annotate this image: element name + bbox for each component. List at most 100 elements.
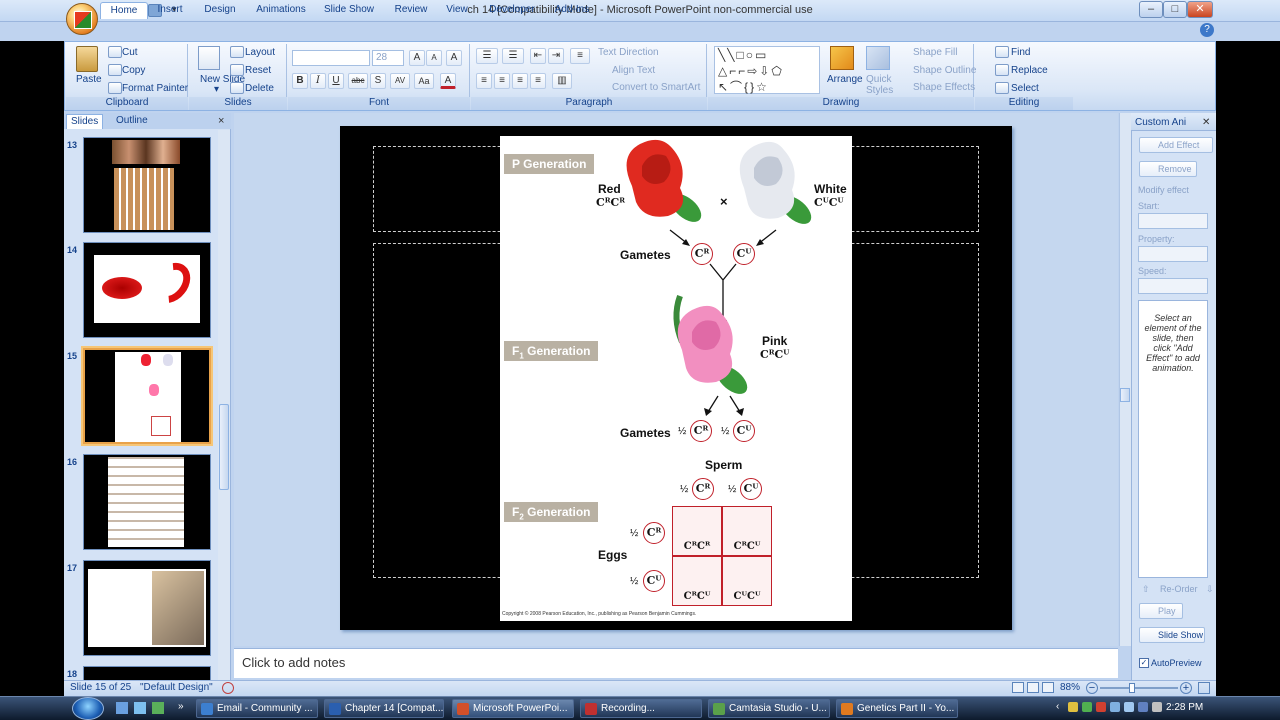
quick-launch-more-icon[interactable]: » <box>178 701 184 712</box>
show-desktop-icon[interactable] <box>116 702 128 714</box>
zoom-slider-thumb[interactable] <box>1129 683 1135 693</box>
numbering-button[interactable]: ☰ <box>502 48 524 64</box>
columns-button[interactable]: ▥ <box>552 73 572 89</box>
quick-styles-icon[interactable] <box>866 46 890 70</box>
grow-font-button[interactable]: A <box>409 50 425 66</box>
tab-slide-show[interactable]: Slide Show <box>320 2 378 19</box>
taskbar-item-powerpoint[interactable]: Microsoft PowerPoi... <box>452 699 574 718</box>
reorder-down-icon[interactable]: ⇩ <box>1206 584 1214 595</box>
delete-button[interactable]: Delete <box>245 83 274 94</box>
justify-button[interactable]: ≡ <box>530 73 546 89</box>
clear-formatting-button[interactable]: A <box>446 50 462 66</box>
font-color-button[interactable]: A <box>440 73 456 89</box>
tray-icon-2[interactable] <box>1082 702 1092 712</box>
decrease-indent-button[interactable]: ⇤ <box>530 48 546 64</box>
zoom-out-icon[interactable]: − <box>1086 682 1098 694</box>
speed-select[interactable] <box>1138 278 1208 294</box>
taskbar-item-camtasia[interactable]: Camtasia Studio - U... <box>708 699 830 718</box>
reorder-up-icon[interactable]: ⇧ <box>1142 584 1150 595</box>
copy-button[interactable]: Copy <box>122 65 145 76</box>
tray-icon-3[interactable] <box>1096 702 1106 712</box>
align-center-button[interactable]: ≡ <box>494 73 510 89</box>
shape-outline-button[interactable]: Shape Outline <box>913 65 976 76</box>
slide-thumbnail-15[interactable] <box>83 348 211 444</box>
font-size-combo[interactable]: 28 <box>372 50 404 66</box>
underline-button[interactable]: U <box>328 73 344 89</box>
new-slide-icon[interactable] <box>198 46 220 70</box>
select-button[interactable]: Select <box>1011 83 1039 94</box>
fit-window-icon[interactable] <box>1198 682 1210 694</box>
office-button[interactable] <box>66 3 98 35</box>
taskbar-item-recording[interactable]: Recording... <box>580 699 702 718</box>
tab-home[interactable]: Home <box>100 2 148 19</box>
minimize-button[interactable]: – <box>1139 1 1163 18</box>
tab-design[interactable]: Design <box>198 2 242 19</box>
layout-button[interactable]: Layout <box>245 47 275 58</box>
slides-scrollbar-thumb[interactable] <box>219 404 229 490</box>
new-slide-dropdown-icon[interactable]: ▾ <box>214 84 219 95</box>
add-effect-button[interactable]: Add Effect <box>1139 137 1213 153</box>
tab-insert[interactable]: Insert <box>150 2 190 19</box>
zoom-slider[interactable] <box>1100 687 1178 689</box>
cut-button[interactable]: Cut <box>122 47 138 58</box>
taskbar-item-email[interactable]: Email - Community ... <box>196 699 318 718</box>
change-case-button[interactable]: Aa <box>414 73 434 89</box>
slide-thumbnail-17[interactable] <box>83 560 211 656</box>
arrange-button[interactable]: Arrange <box>827 74 863 85</box>
property-select[interactable] <box>1138 246 1208 262</box>
taskbar-item-genetics[interactable]: Genetics Part II - Yo... <box>836 699 958 718</box>
maximize-button[interactable]: □ <box>1163 1 1187 18</box>
shape-effects-button[interactable]: Shape Effects <box>913 82 975 93</box>
slide-thumbnail-16[interactable] <box>83 454 211 550</box>
slideshow-view-icon[interactable] <box>1042 682 1054 693</box>
autopreview-checkbox[interactable]: ✓ <box>1139 658 1149 668</box>
tab-view[interactable]: View <box>442 2 472 19</box>
char-spacing-button[interactable]: AV <box>390 73 410 89</box>
paste-button[interactable]: Paste <box>76 74 102 85</box>
slide-thumbnail-18[interactable] <box>83 666 211 680</box>
tray-icon-1[interactable] <box>1068 702 1078 712</box>
slide-thumbnail-14[interactable] <box>83 242 211 338</box>
shape-fill-button[interactable]: Shape Fill <box>913 47 957 58</box>
tray-expand-icon[interactable]: ‹ <box>1056 701 1059 712</box>
play-button[interactable]: Play <box>1139 603 1183 619</box>
network-icon[interactable] <box>1110 702 1120 712</box>
bold-button[interactable]: B <box>292 73 308 89</box>
tray-icon-7[interactable] <box>1152 702 1162 712</box>
increase-indent-button[interactable]: ⇥ <box>548 48 564 64</box>
format-painter-button[interactable]: Format Painter <box>122 83 188 94</box>
quick-launch-media-icon[interactable] <box>152 702 164 714</box>
text-direction-button[interactable]: Text Direction <box>598 47 659 58</box>
find-button[interactable]: Find <box>1011 47 1030 58</box>
notes-pane[interactable]: Click to add notes <box>234 648 1118 678</box>
genetics-figure[interactable]: P Generation F1 Generation F2 Generation… <box>500 136 852 621</box>
tab-outline[interactable]: Outline <box>112 114 152 129</box>
canvas-scrollbar-thumb[interactable] <box>1120 388 1130 402</box>
slide-thumbnail-13[interactable] <box>83 137 211 233</box>
sorter-view-icon[interactable] <box>1027 682 1039 693</box>
italic-button[interactable]: I <box>310 73 326 89</box>
start-button[interactable] <box>72 697 104 720</box>
spelling-icon[interactable] <box>222 682 234 694</box>
strikethrough-button[interactable]: abc <box>348 73 368 89</box>
close-task-pane-icon[interactable]: ✕ <box>1202 117 1210 128</box>
convert-smartart-button[interactable]: Convert to SmartArt <box>612 82 700 93</box>
help-icon[interactable]: ? <box>1200 23 1214 37</box>
tray-icon-6[interactable] <box>1138 702 1148 712</box>
reset-button[interactable]: Reset <box>245 65 271 76</box>
tab-slides[interactable]: Slides <box>66 114 104 129</box>
bullets-button[interactable]: ☰ <box>476 48 498 64</box>
shadow-button[interactable]: S <box>370 73 386 89</box>
tab-developer[interactable]: Developer <box>486 2 538 19</box>
font-name-combo[interactable] <box>292 50 370 66</box>
shapes-gallery[interactable]: ╲╲□○▭ △⌐⌐⇨⇩⬠ ↖⌒{}☆ <box>714 46 820 94</box>
replace-button[interactable]: Replace <box>1011 65 1048 76</box>
volume-icon[interactable] <box>1124 702 1134 712</box>
close-button[interactable]: ✕ <box>1187 1 1213 18</box>
taskbar-item-chapter14[interactable]: Chapter 14 [Compat... <box>324 699 444 718</box>
quick-styles-button[interactable]: Quick Styles <box>866 74 893 96</box>
line-spacing-button[interactable]: ≡ <box>570 48 590 64</box>
quick-launch-ie-icon[interactable] <box>134 702 146 714</box>
align-left-button[interactable]: ≡ <box>476 73 492 89</box>
tab-review[interactable]: Review <box>390 2 432 19</box>
